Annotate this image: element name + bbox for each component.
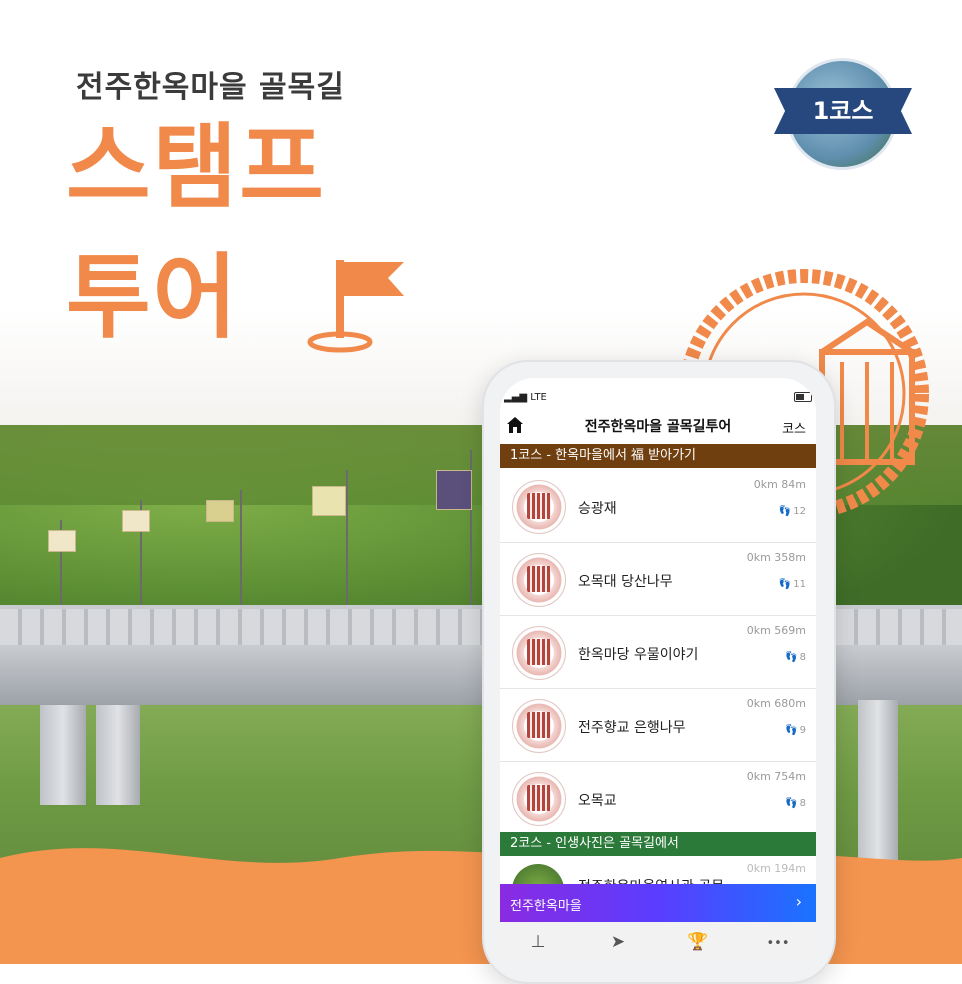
promo-label: 전주한옥마을 — [510, 899, 582, 914]
footprint-icon: 👣 — [785, 652, 798, 663]
bridge-pillar — [40, 705, 86, 805]
app-screen: ▂▄▆ LTE 전주한옥마을 골목길투어 코스 1코스 - 한옥마을에서 福 받… — [500, 378, 816, 964]
distance: 0km 754m — [746, 770, 806, 783]
step-count: 👣 8 — [785, 652, 806, 663]
list-item[interactable]: 오목교 0km 754m 👣 8 — [500, 762, 816, 835]
flag-icon — [307, 260, 404, 353]
status-bar: ▂▄▆ LTE — [500, 388, 816, 403]
footprint-icon: 👣 — [778, 579, 792, 590]
bridge-pillar — [858, 700, 898, 860]
list-item[interactable]: 한옥마당 우물이야기 0km 569m 👣 8 — [500, 616, 816, 689]
place-name: 전주향교 은행나무 — [578, 720, 686, 736]
stamp-list: 승광재 0km 84m 👣 12 오목대 당산나무 0km 358m 👣 11 한옥… — [500, 470, 816, 835]
trophy-icon[interactable]: 🏆 — [668, 932, 728, 952]
list-item[interactable]: 오목대 당산나무 0km 358m 👣 11 — [500, 543, 816, 616]
list-item[interactable]: 전주향교 은행나무 0km 680m 👣 9 — [500, 689, 816, 762]
home-icon[interactable] — [506, 416, 524, 434]
stamp-icon[interactable]: ⊥ — [508, 932, 568, 952]
stamp-thumbnail — [512, 699, 566, 753]
place-name: 승광재 — [578, 501, 617, 517]
distance: 0km 358m — [746, 551, 806, 564]
place-thumbnail — [512, 864, 564, 886]
app-title: 전주한옥마을 골목길투어 — [584, 419, 732, 435]
signal-indicator: ▂▄▆ LTE — [504, 392, 547, 403]
flag — [206, 500, 234, 522]
footprint-icon: 👣 — [785, 725, 798, 736]
flag — [122, 510, 150, 532]
course-menu-button[interactable]: 코스 — [782, 418, 806, 437]
list-item[interactable]: 전주한옥마을역사관 골목 0km 194m — [500, 856, 816, 886]
step-count: 👣 9 — [785, 725, 806, 736]
place-name: 오목대 당산나무 — [578, 574, 673, 590]
network-label: LTE — [530, 392, 547, 403]
subtitle: 전주한옥마을 골목길 — [76, 70, 345, 105]
stamp-thumbnail — [512, 626, 566, 680]
step-count: 👣 8 — [785, 798, 806, 809]
chevron-right-icon: › — [795, 892, 802, 911]
course-badge-label: 1코스 — [812, 97, 874, 125]
stamp-thumbnail — [512, 553, 566, 607]
battery-icon — [794, 392, 812, 402]
stamp-thumbnail — [512, 480, 566, 534]
course-1-header: 1코스 - 한옥마을에서 福 받아가기 — [500, 444, 816, 468]
step-count: 👣 11 — [778, 579, 806, 590]
flag-pole — [240, 490, 242, 610]
bridge-pillar — [96, 705, 140, 805]
navigation-icon[interactable]: ➤ — [588, 932, 648, 952]
distance: 0km 680m — [746, 697, 806, 710]
more-icon[interactable]: ••• — [748, 936, 808, 951]
title-line-1: 스탬프 — [66, 114, 326, 221]
footprint-icon: 👣 — [785, 798, 798, 809]
app-header: 전주한옥마을 골목길투어 코스 — [500, 408, 816, 444]
place-name: 한옥마당 우물이야기 — [578, 647, 699, 663]
title-line-2: 투어 — [66, 244, 240, 351]
flag — [312, 486, 346, 516]
footprint-icon: 👣 — [778, 506, 792, 517]
distance: 0km 569m — [746, 624, 806, 637]
step-count: 👣 12 — [778, 506, 806, 517]
distance: 0km 84m — [753, 478, 806, 491]
course-2-header: 2코스 - 인생사진은 골목길에서 — [500, 832, 816, 856]
flag — [436, 470, 472, 510]
distance: 0km 194m — [746, 862, 806, 875]
flag — [48, 530, 76, 552]
place-name: 오목교 — [578, 793, 617, 809]
bottom-tab-bar: ⊥ ➤ 🏆 ••• — [500, 922, 816, 964]
flag-pole — [346, 470, 348, 610]
list-item[interactable]: 승광재 0km 84m 👣 12 — [500, 470, 816, 543]
stamp-thumbnail — [512, 772, 566, 826]
promo-banner[interactable]: 전주한옥마을 › — [500, 884, 816, 922]
